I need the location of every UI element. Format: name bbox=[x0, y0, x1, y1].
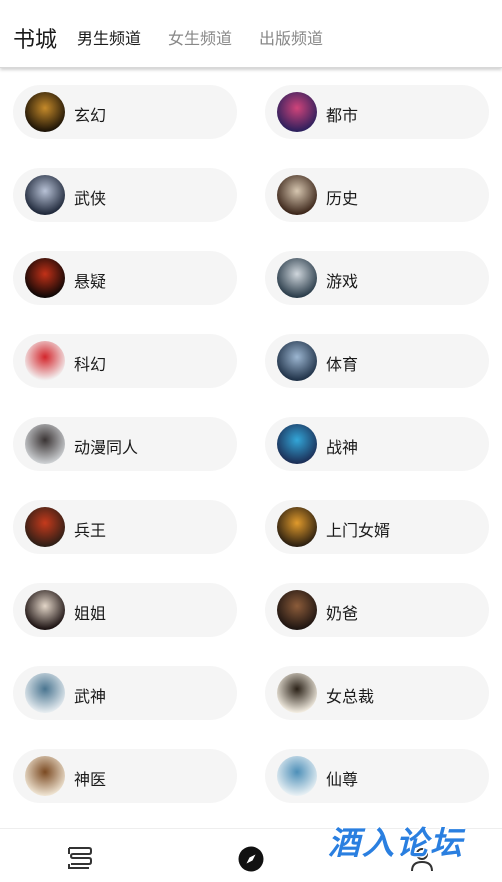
category-cover-image bbox=[277, 756, 317, 796]
category-chip[interactable]: 悬疑 bbox=[13, 251, 237, 305]
category-label: 悬疑 bbox=[74, 272, 107, 291]
category-cover-image bbox=[25, 341, 65, 381]
category-chip[interactable]: 武神 bbox=[13, 666, 237, 720]
category-label: 武侠 bbox=[74, 189, 107, 208]
category-chip[interactable]: 女总裁 bbox=[265, 666, 489, 720]
category-label: 上门女婿 bbox=[326, 521, 391, 540]
category-cover-image bbox=[25, 258, 65, 298]
category-chip[interactable]: 体育 bbox=[265, 334, 489, 388]
tab-male-channel[interactable]: 男生频道 bbox=[77, 25, 141, 49]
category-label: 科幻 bbox=[74, 355, 107, 374]
category-label: 游戏 bbox=[326, 272, 359, 291]
category-cover-image bbox=[277, 341, 317, 381]
category-label: 兵王 bbox=[74, 521, 107, 540]
category-label: 女总裁 bbox=[326, 687, 375, 706]
category-cover-image bbox=[25, 590, 65, 630]
category-chip[interactable]: 玄幻 bbox=[13, 85, 237, 139]
category-cover-image bbox=[277, 424, 317, 464]
category-chip[interactable]: 神医 bbox=[13, 749, 237, 803]
category-cover-image bbox=[277, 92, 317, 132]
category-cover-image bbox=[25, 175, 65, 215]
category-chip[interactable]: 都市 bbox=[265, 85, 489, 139]
bookshelf-icon bbox=[68, 847, 92, 869]
page-title: 书城 bbox=[13, 28, 58, 53]
category-cover-image bbox=[277, 175, 317, 215]
category-cover-image bbox=[277, 590, 317, 630]
category-label: 仙尊 bbox=[326, 770, 359, 789]
category-cover-image bbox=[25, 673, 65, 713]
tab-female-channel[interactable]: 女生频道 bbox=[168, 25, 232, 49]
category-chip[interactable]: 科幻 bbox=[13, 334, 237, 388]
category-cover-image bbox=[277, 258, 317, 298]
category-chip[interactable]: 兵王 bbox=[13, 500, 237, 554]
category-cover-image bbox=[277, 673, 317, 713]
category-label: 神医 bbox=[74, 770, 107, 789]
category-label: 姐姐 bbox=[74, 604, 107, 623]
category-label: 动漫同人 bbox=[74, 438, 139, 457]
top-bar: 书城 男生频道 女生频道 出版频道 bbox=[0, 0, 502, 68]
category-label: 玄幻 bbox=[74, 106, 107, 125]
category-chip[interactable]: 奶爸 bbox=[265, 583, 489, 637]
category-chip[interactable]: 上门女婿 bbox=[265, 500, 489, 554]
category-label: 战神 bbox=[326, 438, 359, 457]
category-chip[interactable]: 战神 bbox=[265, 417, 489, 471]
category-cover-image bbox=[277, 507, 317, 547]
nav-bookshelf[interactable] bbox=[50, 829, 110, 882]
category-grid: 玄幻 都市武侠 历史悬疑 游戏科幻 体育动漫同人 战神兵王 上门女婿姐姐 奶爸武神 女总裁神医 仙… bbox=[0, 68, 502, 828]
category-cover-image bbox=[25, 756, 65, 796]
category-chip[interactable]: 武侠 bbox=[13, 168, 237, 222]
tab-publish-channel[interactable]: 出版频道 bbox=[259, 25, 323, 49]
category-chip[interactable]: 动漫同人 bbox=[13, 417, 237, 471]
category-chip[interactable]: 姐姐 bbox=[13, 583, 237, 637]
category-label: 武神 bbox=[74, 687, 107, 706]
category-label: 历史 bbox=[326, 189, 359, 208]
category-cover-image bbox=[25, 92, 65, 132]
category-chip[interactable]: 历史 bbox=[265, 168, 489, 222]
category-label: 体育 bbox=[326, 355, 359, 374]
category-cover-image bbox=[25, 507, 65, 547]
category-cover-image bbox=[25, 424, 65, 464]
category-chip[interactable]: 仙尊 bbox=[265, 749, 489, 803]
category-label: 都市 bbox=[326, 106, 359, 125]
category-label: 奶爸 bbox=[326, 604, 359, 623]
watermark-logo: 酒入论坛 bbox=[328, 824, 465, 862]
compass-icon bbox=[238, 846, 264, 872]
nav-discover[interactable] bbox=[221, 829, 281, 882]
category-chip[interactable]: 游戏 bbox=[265, 251, 489, 305]
